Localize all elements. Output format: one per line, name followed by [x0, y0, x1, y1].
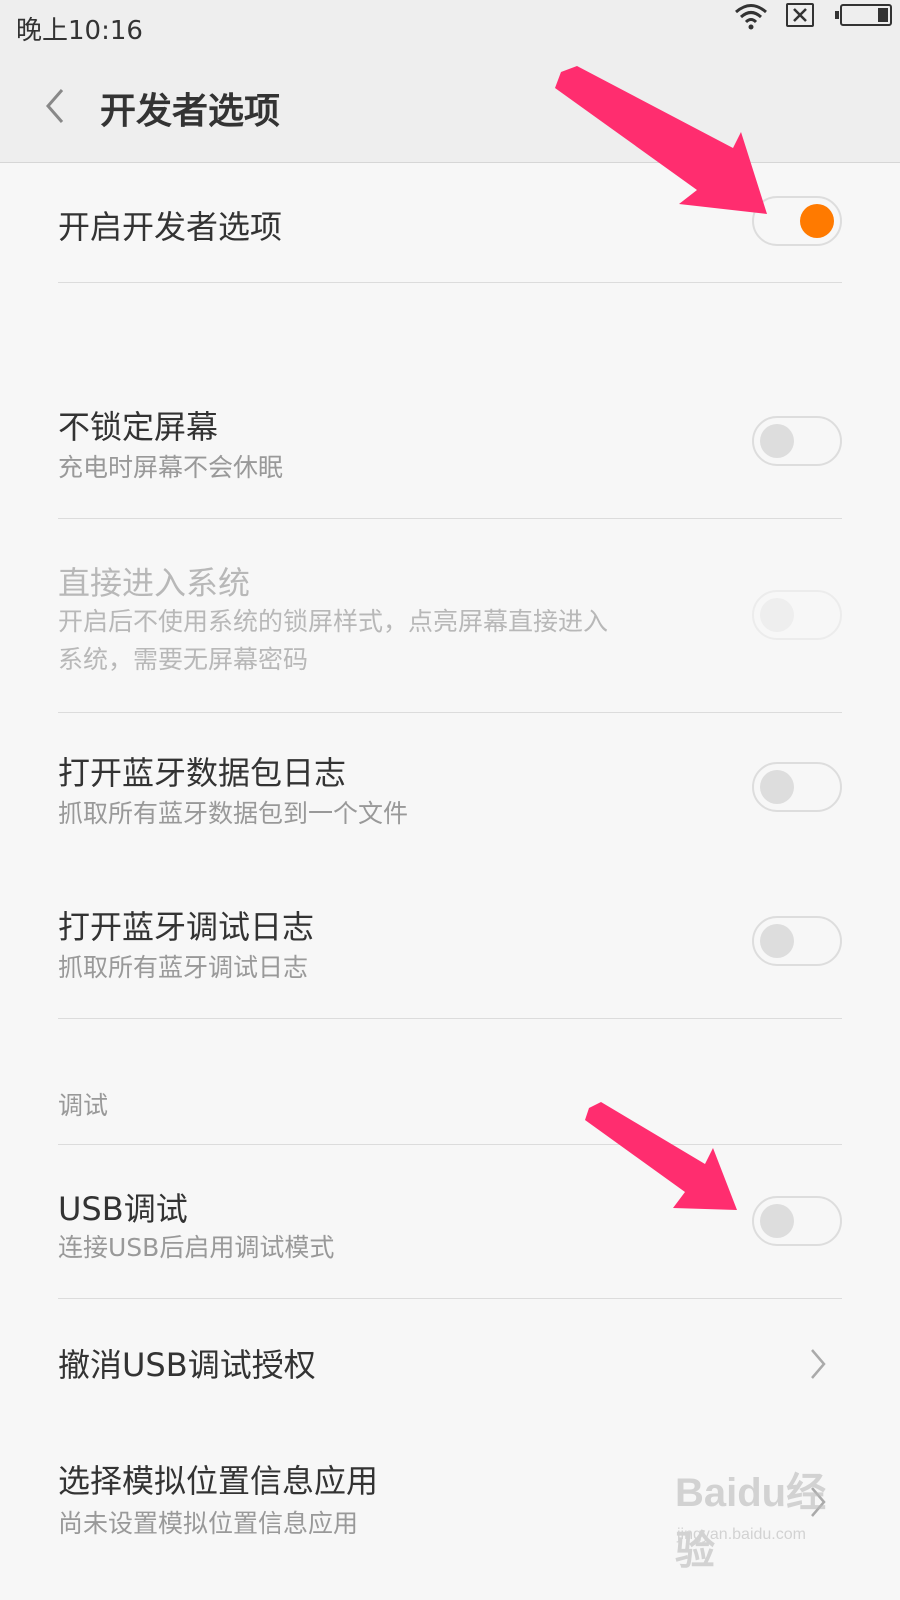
divider — [58, 712, 842, 713]
baidu-watermark: Baidu经验 jingyan.baidu.com — [675, 1460, 845, 1573]
status-bar: 晚上10:16 — [0, 0, 900, 52]
toggle-knob — [760, 924, 794, 958]
divider — [58, 282, 842, 283]
setting-title: USB调试 — [58, 1190, 188, 1228]
page-title: 开发者选项 — [100, 91, 281, 132]
toggle-knob — [760, 598, 794, 632]
setting-bluetooth-debug-log[interactable]: 打开蓝牙调试日志 抓取所有蓝牙调试日志 — [58, 896, 842, 1006]
toggle-knob — [760, 424, 794, 458]
no-sim-icon — [786, 3, 814, 27]
setting-subtitle: 连接USB后启用调试模式 — [58, 1233, 335, 1262]
stay-awake-toggle[interactable] — [752, 416, 842, 466]
setting-subtitle: 尚未设置模拟位置信息应用 — [58, 1509, 359, 1538]
usb-debugging-toggle[interactable] — [752, 1196, 842, 1246]
divider — [58, 1018, 842, 1019]
toggle-knob — [760, 1204, 794, 1238]
setting-subtitle: 充电时屏幕不会休眠 — [58, 453, 284, 482]
chevron-right-icon — [811, 1349, 826, 1379]
toggle-knob — [760, 770, 794, 804]
setting-title: 打开蓝牙调试日志 — [58, 908, 315, 946]
setting-subtitle: 抓取所有蓝牙调试日志 — [58, 953, 309, 982]
watermark-url: jingyan.baidu.com — [677, 1526, 806, 1543]
setting-stay-awake[interactable]: 不锁定屏幕 充电时屏幕不会休眠 — [58, 390, 842, 510]
setting-title: 选择模拟位置信息应用 — [58, 1462, 379, 1500]
setting-subtitle-line1: 开启后不使用系统的锁屏样式，点亮屏幕直接进入 — [58, 607, 609, 636]
divider — [58, 1298, 842, 1299]
setting-title: 不锁定屏幕 — [58, 408, 219, 446]
setting-subtitle: 抓取所有蓝牙数据包到一个文件 — [58, 799, 409, 828]
status-time: 晚上10:16 — [16, 16, 143, 46]
setting-title: 撤消USB调试授权 — [58, 1346, 316, 1384]
setting-direct-enter-system: 直接进入系统 开启后不使用系统的锁屏样式，点亮屏幕直接进入 系统，需要无屏幕密码 — [58, 548, 842, 698]
setting-title: 开启开发者选项 — [58, 208, 283, 246]
watermark-logo: Baidu经验 — [675, 1471, 827, 1573]
setting-title: 直接进入系统 — [58, 564, 251, 602]
setting-revoke-usb-authorization[interactable]: 撤消USB调试授权 — [58, 1330, 842, 1400]
section-label-debug: 调试 — [58, 1091, 109, 1120]
annotation-arrow-bottom — [585, 1102, 737, 1210]
back-arrow-icon[interactable] — [36, 80, 76, 132]
wifi-icon — [735, 4, 767, 30]
bluetooth-hci-log-toggle[interactable] — [752, 762, 842, 812]
annotation-arrow-top — [555, 66, 767, 214]
setting-subtitle-line2: 系统，需要无屏幕密码 — [58, 645, 309, 674]
direct-enter-system-toggle — [752, 590, 842, 640]
battery-icon — [835, 4, 892, 26]
divider — [58, 518, 842, 519]
setting-bluetooth-hci-log[interactable]: 打开蓝牙数据包日志 抓取所有蓝牙数据包到一个文件 — [58, 742, 842, 862]
setting-title: 打开蓝牙数据包日志 — [58, 754, 347, 792]
bluetooth-debug-log-toggle[interactable] — [752, 916, 842, 966]
